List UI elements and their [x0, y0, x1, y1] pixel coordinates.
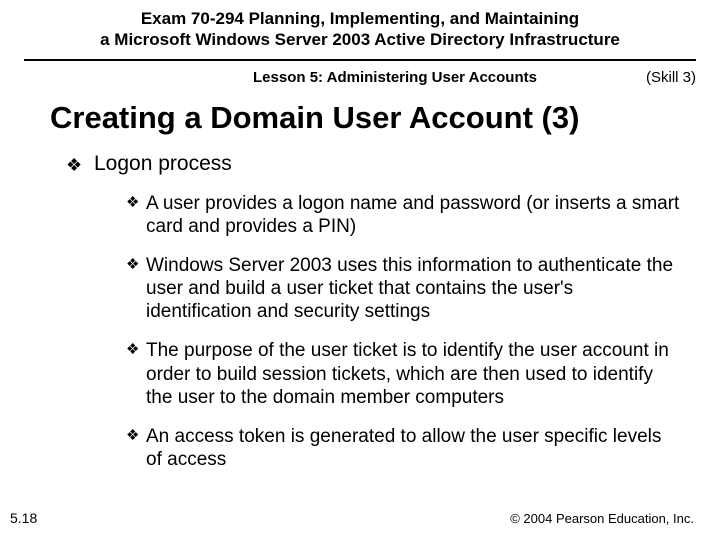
lesson-label: Lesson 5: Administering User Accounts: [174, 69, 616, 86]
diamond-bullet-icon: ❖: [126, 339, 146, 409]
diamond-bullet-icon: ❖: [126, 254, 146, 324]
course-title-line2: a Microsoft Windows Server 2003 Active D…: [40, 29, 680, 50]
subheader-row: Lesson 5: Administering User Accounts (S…: [24, 69, 696, 86]
bullet-level1: ❖ Logon process: [66, 152, 720, 178]
bullet-level2: ❖ The purpose of the user ticket is to i…: [126, 339, 680, 409]
bullet-level2: ❖ Windows Server 2003 uses this informat…: [126, 254, 680, 324]
slide-title: Creating a Domain User Account (3): [50, 100, 720, 136]
slide-number: 5.18: [10, 510, 37, 526]
bullet-text: The purpose of the user ticket is to ide…: [146, 339, 680, 409]
course-title-line1: Exam 70-294 Planning, Implementing, and …: [40, 8, 680, 29]
diamond-bullet-icon: ❖: [66, 152, 94, 178]
bullet-text: Logon process: [94, 152, 232, 178]
bullet-text: Windows Server 2003 uses this informatio…: [146, 254, 680, 324]
copyright-text: © 2004 Pearson Education, Inc.: [510, 511, 694, 526]
bullet-text: A user provides a logon name and passwor…: [146, 192, 680, 238]
diamond-bullet-icon: ❖: [126, 425, 146, 471]
bullet-level2: ❖ A user provides a logon name and passw…: [126, 192, 680, 238]
bullet-level2: ❖ An access token is generated to allow …: [126, 425, 680, 471]
bullet-text: An access token is generated to allow th…: [146, 425, 680, 471]
slide-header: Exam 70-294 Planning, Implementing, and …: [0, 0, 720, 55]
header-divider: [24, 59, 696, 61]
diamond-bullet-icon: ❖: [126, 192, 146, 238]
skill-label: (Skill 3): [616, 69, 696, 86]
